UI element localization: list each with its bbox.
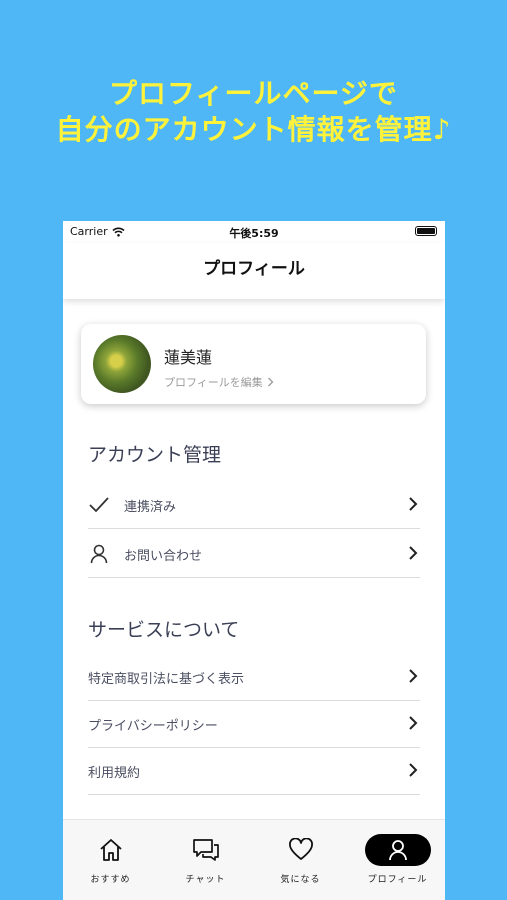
list-item-commercial-law[interactable]: 特定商取引法に基づく表示 [88,654,420,701]
active-tab-indicator [364,834,431,866]
tab-label: チャット [185,875,226,885]
list-item-label: プライバシーポリシー [88,718,218,734]
tab-label: 気になる [280,875,321,885]
tab-recommended[interactable]: おすすめ [63,820,158,900]
edit-profile-label: プロフィールを編集 [164,376,263,389]
chevron-right-icon [409,546,418,560]
tab-label: おすすめ [90,875,131,885]
status-time: 午後5:59 [229,227,279,240]
list-item-contact[interactable]: お問い合わせ [88,531,420,578]
section-title-account: アカウント管理 [88,444,222,466]
tab-profile-icon-wrap [350,834,445,866]
page-title: プロフィール [203,259,305,279]
list-item-label: 特定商取引法に基づく表示 [88,671,245,687]
person-icon [388,840,407,861]
tab-chat[interactable]: チャット [158,820,253,900]
list-item-label: 連携済み [124,499,177,515]
chat-icon [158,836,253,864]
promo-headline-line2: 自分のアカウント情報を管理♪ [55,113,452,146]
list-item-linked[interactable]: 連携済み [88,482,420,529]
person-icon [88,543,110,565]
check-icon [88,494,110,516]
list-item-label: お問い合わせ [124,548,203,564]
profile-card[interactable]: 蓮美蓮 プロフィールを編集 [81,324,426,404]
promo-headline-line1: プロフィールページで [109,77,398,110]
profile-name: 蓮美蓮 [164,348,213,367]
heart-icon [253,836,348,864]
chevron-right-icon [409,716,418,730]
navigation-bar: プロフィール [63,243,445,299]
promo-headline: プロフィールページで 自分のアカウント情報を管理♪ [0,76,507,148]
list-item-label: 利用規約 [88,765,141,781]
list-item-terms[interactable]: 利用規約 [88,748,420,795]
tab-label: プロフィール [367,875,428,885]
section-title-service: サービスについて [88,619,240,641]
tab-bar: おすすめ チャット 気になる プロフィール [63,819,445,900]
status-bar: Carrier 午後5:59 [63,221,445,243]
chevron-right-icon [267,377,274,387]
chevron-right-icon [409,497,418,511]
tab-favorites[interactable]: 気になる [253,820,348,900]
edit-profile-link[interactable]: プロフィールを編集 [164,374,274,390]
avatar [93,335,151,393]
chevron-right-icon [409,669,418,683]
tab-profile[interactable]: プロフィール [350,820,445,900]
chevron-right-icon [409,763,418,777]
list-item-privacy-policy[interactable]: プライバシーポリシー [88,701,420,748]
home-icon [63,836,158,864]
battery-icon [415,226,437,236]
phone-screen: Carrier 午後5:59 プロフィール 蓮美蓮 プロフィールを編集 アカウン… [63,221,445,900]
